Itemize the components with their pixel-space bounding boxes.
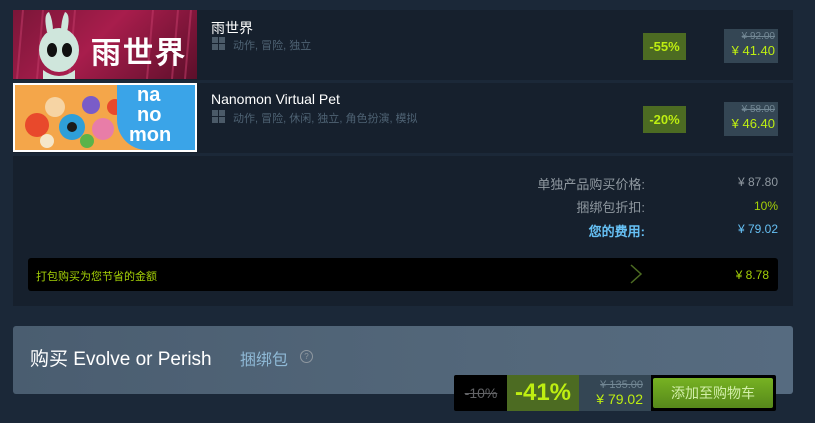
purchase-action: -10% -41% ¥ 135.00 ¥ 79.02 添加至购物车 [454,375,776,411]
bundle-item-row[interactable]: na no mon Nanomon Virtual Pet 动作, 冒险, 休闲… [13,83,793,153]
windows-icon [212,110,225,123]
price-block: ¥ 58.00 ¥ 46.40 [724,102,778,136]
your-cost-value: ¥ 79.02 [737,222,778,236]
bundle-discount-struck: -10% [464,385,498,401]
discount-badge: -41% [507,375,579,411]
final-price: ¥ 79.02 [596,391,643,407]
game-tags: 动作, 冒险, 休闲, 独立, 角色扮演, 模拟 [233,113,418,125]
add-to-cart-button[interactable]: 添加至购物车 [653,378,773,408]
windows-icon [212,37,225,50]
capsule-logo-line-2: no [137,104,162,126]
bundle-summary: 单独产品购买价格: ¥ 87.80 捆绑包折扣: 10% 您的费用: ¥ 79.… [13,156,793,306]
bundle-item-row[interactable]: 雨世界 雨世界 动作, 冒险, 独立 -55% ¥ 92.00 ¥ 41.40 [13,10,793,80]
savings-bar: 打包购买为您节省的金额 ¥ 8.78 [28,258,778,291]
help-icon[interactable]: ? [300,350,313,363]
game-capsule-image[interactable]: na no mon [13,83,197,152]
capsule-title: 雨世界 [91,37,187,70]
game-tags: 动作, 冒险, 独立 [233,40,312,52]
price-block: ¥ 135.00 ¥ 79.02 [579,375,651,411]
capsule-logo-line-1: na [137,84,161,106]
individual-price-value: ¥ 87.80 [737,175,778,189]
chevron-right-icon [630,264,643,284]
original-price: ¥ 135.00 [600,379,643,391]
purchase-title: 购买 Evolve or Perish [30,349,212,370]
savings-value: ¥ 8.78 [735,268,769,282]
bundle-info-link[interactable]: 捆绑包 [240,346,288,370]
game-name[interactable]: Nanomon Virtual Pet [211,91,340,107]
price-block: ¥ 92.00 ¥ 41.40 [724,29,778,63]
individual-price-label: 单独产品购买价格: [537,177,645,192]
capsule-logo-line-3: mon [129,124,172,146]
final-price: ¥ 41.40 [731,43,775,58]
your-cost-label: 您的费用: [588,224,645,239]
savings-label: 打包购买为您节省的金额 [36,271,157,283]
discount-badge: -20% [643,106,686,133]
final-price: ¥ 46.40 [731,116,775,131]
original-price: ¥ 92.00 [741,31,775,42]
game-capsule-image[interactable]: 雨世界 [13,10,197,79]
bundle-discount-value: 10% [753,199,778,213]
nanomon-creatures-art [25,96,123,148]
game-name[interactable]: 雨世界 [211,18,253,38]
original-price: ¥ 58.00 [741,104,775,115]
discount-badge: -55% [643,33,686,60]
bundle-discount-label: 捆绑包折扣: [576,200,645,215]
